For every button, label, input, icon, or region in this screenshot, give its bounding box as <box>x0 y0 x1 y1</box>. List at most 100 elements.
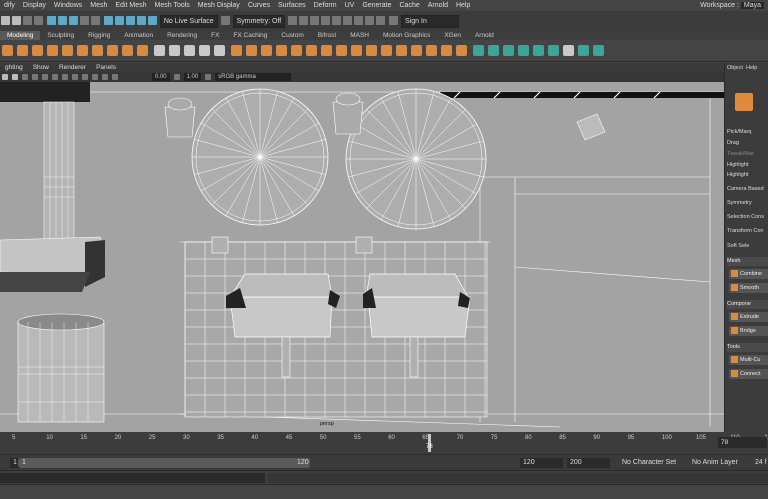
color-management-icon[interactable] <box>205 74 212 80</box>
menu-windows[interactable]: Windows <box>50 0 86 11</box>
ao-icon[interactable] <box>52 74 58 80</box>
range-end-field[interactable]: 120 <box>520 458 563 468</box>
smooth-icon[interactable] <box>198 45 210 56</box>
hypershade-icon[interactable] <box>321 16 331 25</box>
rp-mesh-header[interactable]: Mesh <box>727 257 768 266</box>
separate-icon[interactable] <box>168 45 180 56</box>
save-icon[interactable] <box>12 16 21 25</box>
menu-curves[interactable]: Curves <box>244 0 274 11</box>
rp-symmetry[interactable]: Symmetry <box>727 200 752 206</box>
mel-input[interactable] <box>0 473 265 483</box>
xray-active-icon[interactable] <box>102 74 108 80</box>
uv-editor-icon[interactable] <box>472 45 484 56</box>
menu-deform[interactable]: Deform <box>310 0 341 11</box>
workspace-selector[interactable]: Workspace : Maya <box>700 0 768 11</box>
rp-highlight-1[interactable]: Highlight <box>727 162 748 168</box>
rp-transform-constraint[interactable]: Transform Con <box>727 228 763 234</box>
planar-map-icon[interactable] <box>487 45 499 56</box>
tab-motion-graphics[interactable]: Motion Graphics <box>376 31 437 40</box>
unfold-icon[interactable] <box>532 45 544 56</box>
tab-help[interactable]: Help <box>746 65 757 71</box>
rp-pick-marquee[interactable]: Pick/Marq <box>727 129 751 135</box>
arnold-render-icon[interactable] <box>354 16 364 25</box>
viewport-persp[interactable]: persp <box>0 82 724 432</box>
fps-dropdown[interactable]: 24 f <box>755 458 767 468</box>
rp-tools-header[interactable]: Tools <box>727 343 768 352</box>
tab-mash[interactable]: MASH <box>343 31 376 40</box>
menu-generate[interactable]: Generate <box>358 0 395 11</box>
tab-rendering[interactable]: Rendering <box>160 31 204 40</box>
mirror-icon[interactable] <box>183 45 195 56</box>
tab-bifrost[interactable]: Bifrost <box>311 31 343 40</box>
target-weld-icon[interactable] <box>320 45 332 56</box>
wedge-icon[interactable] <box>440 45 452 56</box>
slide-edge-icon[interactable] <box>380 45 392 56</box>
combine-icon[interactable] <box>153 45 165 56</box>
panel-menu-show[interactable]: Show <box>28 63 54 72</box>
live-surface-field[interactable]: No Live Surface <box>159 15 218 28</box>
poly-sphere-icon[interactable] <box>17 45 28 56</box>
tab-sculpting[interactable]: Sculpting <box>40 31 81 40</box>
tab-fx-caching[interactable]: FX Caching <box>226 31 274 40</box>
shadows-icon[interactable] <box>42 74 48 80</box>
poly-plane-icon[interactable] <box>47 45 58 56</box>
xray-joints-icon[interactable] <box>92 74 98 80</box>
ipr-render-icon[interactable] <box>299 16 309 25</box>
poly-type-icon[interactable] <box>122 45 133 56</box>
poly-disc-icon[interactable] <box>92 45 103 56</box>
poly-cone-icon[interactable] <box>77 45 88 56</box>
menu-display[interactable]: Display <box>19 0 50 11</box>
render-view-icon[interactable] <box>332 16 342 25</box>
circularize-icon[interactable] <box>425 45 437 56</box>
rp-highlight-2[interactable]: Highlight <box>727 172 748 178</box>
multi-cut-button[interactable]: Multi-Cu <box>729 355 768 365</box>
uv-sew-icon[interactable] <box>592 45 604 56</box>
tab-custom[interactable]: Custom <box>274 31 310 40</box>
offset-loop-icon[interactable] <box>365 45 377 56</box>
snap-point-icon[interactable] <box>125 16 135 25</box>
sign-in-button[interactable]: Sign In <box>401 15 460 28</box>
poke-icon[interactable] <box>455 45 467 56</box>
tab-arnold[interactable]: Arnold <box>468 31 501 40</box>
camera-icon[interactable] <box>376 16 386 25</box>
append-icon[interactable] <box>290 45 302 56</box>
connect-button[interactable]: Connect <box>729 369 768 379</box>
uv-cut-icon[interactable] <box>577 45 589 56</box>
layout-icon[interactable] <box>547 45 559 56</box>
rp-components-header[interactable]: Compone <box>727 300 768 309</box>
panel-menu-panels[interactable]: Panels <box>91 63 121 72</box>
extrude-icon[interactable] <box>230 45 242 56</box>
rp-drag[interactable]: Drag <box>727 140 739 146</box>
make-live-icon[interactable] <box>410 45 422 56</box>
snap-grid-icon[interactable] <box>103 16 113 25</box>
anim-layer-dropdown[interactable]: No Anim Layer <box>692 458 738 468</box>
poly-cube-icon[interactable] <box>2 45 13 56</box>
menu-mesh[interactable]: Mesh <box>86 0 111 11</box>
svg-icon[interactable] <box>137 45 148 56</box>
undo-icon[interactable] <box>23 16 32 25</box>
color-space-dropdown[interactable]: sRGB gamma <box>215 73 292 81</box>
textured-icon[interactable] <box>22 74 28 80</box>
quad-draw-icon[interactable] <box>395 45 407 56</box>
time-ruler[interactable]: 5 10 15 20 25 30 35 40 45 50 55 60 65 70 75 80 85 90 95 100… <box>0 432 768 454</box>
texture-icon[interactable] <box>562 45 574 56</box>
xray-icon[interactable] <box>82 74 88 80</box>
rp-soft-select[interactable]: Soft Sele <box>727 243 749 249</box>
poly-platonic-icon[interactable] <box>107 45 118 56</box>
menu-edit-mesh[interactable]: Edit Mesh <box>111 0 150 11</box>
auto-map-icon[interactable] <box>517 45 529 56</box>
panel-menu-lighting[interactable]: ghting <box>0 63 28 72</box>
menu-uv[interactable]: UV <box>341 0 359 11</box>
light-editor-icon[interactable] <box>343 16 353 25</box>
menu-mesh-tools[interactable]: Mesh Tools <box>151 0 194 11</box>
cylindrical-map-icon[interactable] <box>502 45 514 56</box>
fill-hole-icon[interactable] <box>275 45 287 56</box>
render-settings-icon[interactable] <box>310 16 320 25</box>
select-hierarchy-icon[interactable] <box>46 16 56 25</box>
redo-icon[interactable] <box>34 16 43 25</box>
folder-icon[interactable] <box>1 16 10 25</box>
current-frame-field[interactable]: 78 <box>718 437 767 448</box>
render-icon[interactable] <box>288 16 298 25</box>
tab-rigging[interactable]: Rigging <box>81 31 117 40</box>
isolate-icon[interactable] <box>72 74 78 80</box>
